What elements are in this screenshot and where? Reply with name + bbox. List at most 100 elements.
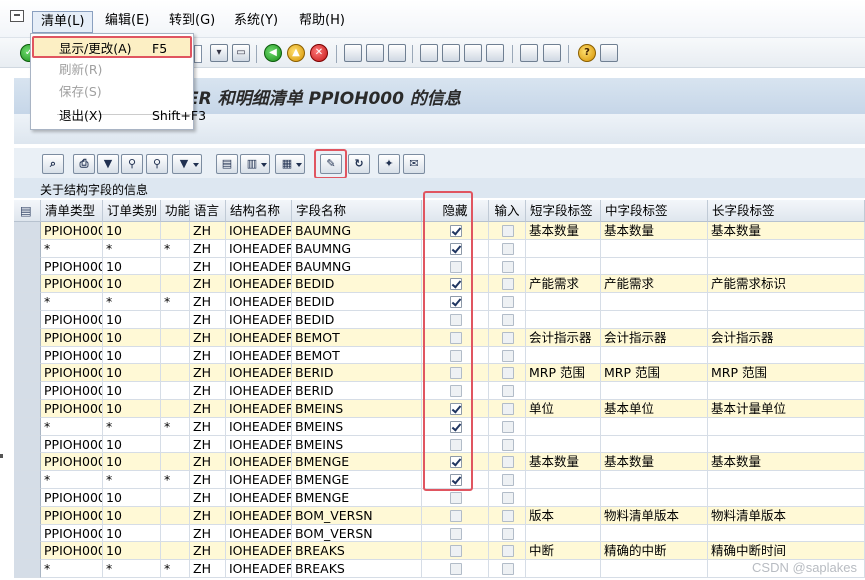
row-selector[interactable] [14,222,41,240]
col-list-type[interactable]: 清单类型 [41,200,103,222]
row-selector[interactable] [14,257,41,276]
menu-system[interactable]: 系统(Y) [226,11,286,33]
filter-button[interactable]: ▼ [97,154,119,174]
find-button[interactable]: ⚲ [121,154,143,174]
input-checkbox[interactable] [502,225,514,237]
cell-struct: IOHEADER [226,524,292,543]
col-structure-name[interactable]: 结构名称 [226,200,292,222]
navigate-button[interactable]: ✦ [378,154,400,174]
row-selector[interactable] [14,524,41,543]
input-checkbox[interactable] [502,509,514,522]
next-page-icon[interactable] [464,44,482,62]
input-checkbox[interactable] [502,456,514,469]
layout-button[interactable]: ▦ [275,154,305,174]
input-checkbox[interactable] [502,492,514,504]
row-selector[interactable] [14,489,41,507]
refresh-button[interactable]: ↻ [348,154,370,174]
input-checkbox[interactable] [502,474,514,487]
row-selector[interactable] [14,506,41,525]
window-menu-icon[interactable] [10,10,24,22]
dropdown-arrow-icon[interactable]: ▾ [210,44,228,62]
row-selector[interactable] [14,542,41,561]
print-icon[interactable] [344,44,362,62]
input-checkbox[interactable] [502,563,514,576]
find-next-button[interactable]: ⚲ [146,154,168,174]
input-checkbox[interactable] [502,314,514,326]
input-checkbox[interactable] [502,545,514,558]
input-checkbox[interactable] [502,527,514,540]
hidden-checkbox[interactable] [450,509,462,522]
set-filter-button[interactable]: ▼ [172,154,202,174]
back-icon[interactable]: ◀ [264,44,282,62]
col-field-name[interactable]: 字段名称 [292,200,422,222]
hidden-checkbox[interactable] [450,563,462,576]
row-selector[interactable] [14,346,41,365]
last-page-icon[interactable] [486,44,504,62]
input-checkbox[interactable] [502,260,514,273]
hidden-checkbox[interactable] [450,492,462,504]
row-selector[interactable] [14,453,41,472]
row-selector[interactable] [14,239,41,258]
col-input[interactable]: 输入 [489,200,526,222]
menu-item-exit[interactable]: 退出(X) Shift+F3 [32,105,206,127]
input-checkbox[interactable] [502,367,514,380]
exit-icon[interactable]: ▲ [287,44,305,62]
col-medium-label[interactable]: 中字段标签 [601,200,708,222]
menu-list[interactable]: 清单(L) [32,11,94,33]
input-checkbox[interactable] [502,278,514,291]
input-checkbox[interactable] [502,438,514,451]
print-list-button[interactable]: ⎙ [73,154,95,174]
row-selector[interactable] [14,293,41,311]
col-order-category[interactable]: 订单类别 [103,200,161,222]
col-short-label[interactable]: 短字段标签 [526,200,601,222]
help-icon[interactable]: ? [578,44,596,62]
input-checkbox[interactable] [502,420,514,433]
col-function[interactable]: 功能 [161,200,190,222]
cell-struct: IOHEADER [226,382,292,400]
row-selector[interactable] [14,560,41,578]
export-button[interactable]: ▥ [240,154,270,174]
input-checkbox[interactable] [502,403,514,415]
input-checkbox[interactable] [502,349,514,362]
command-field[interactable] [194,45,202,63]
row-selector[interactable] [14,400,41,418]
col-language[interactable]: 语言 [190,200,226,222]
new-session-icon[interactable] [520,44,538,62]
print-preview-button[interactable]: ▤ [216,154,238,174]
layout-menu-icon[interactable] [600,44,618,62]
first-page-icon[interactable] [420,44,438,62]
cancel-icon[interactable]: ✕ [310,44,328,62]
row-selector[interactable] [14,382,41,400]
menu-help[interactable]: 帮助(H) [291,11,353,33]
cell-short [526,471,601,489]
row-selector[interactable] [14,417,41,436]
previous-page-icon[interactable] [442,44,460,62]
input-checkbox[interactable] [502,385,514,398]
menu-item-display-change[interactable]: 显示/更改(A) F5 [32,36,192,58]
cell-short: MRP 范围 [526,364,601,383]
find-next-icon[interactable] [388,44,406,62]
find-icon[interactable] [366,44,384,62]
cell-type: * [41,471,103,489]
hidden-checkbox[interactable] [450,527,462,540]
sel-header[interactable]: ▤ [14,200,41,222]
menu-edit[interactable]: 编辑(E) [97,11,157,33]
row-selector[interactable] [14,328,41,347]
input-checkbox[interactable] [502,242,514,255]
notes-button[interactable]: ✉ [403,154,425,174]
save-icon[interactable]: ▭ [232,44,250,62]
hidden-checkbox[interactable] [450,545,462,558]
shortcut-icon[interactable] [543,44,561,62]
details-button[interactable]: ⌕ [42,154,64,174]
input-cell [489,328,526,347]
cell-func [161,382,190,400]
row-selector[interactable] [14,275,41,294]
row-selector[interactable] [14,471,41,489]
input-checkbox[interactable] [502,331,514,344]
row-selector[interactable] [14,311,41,329]
row-selector[interactable] [14,435,41,454]
menu-goto[interactable]: 转到(G) [161,11,223,33]
input-checkbox[interactable] [502,296,514,309]
row-selector[interactable] [14,364,41,383]
col-long-label[interactable]: 长字段标签 [708,200,865,222]
